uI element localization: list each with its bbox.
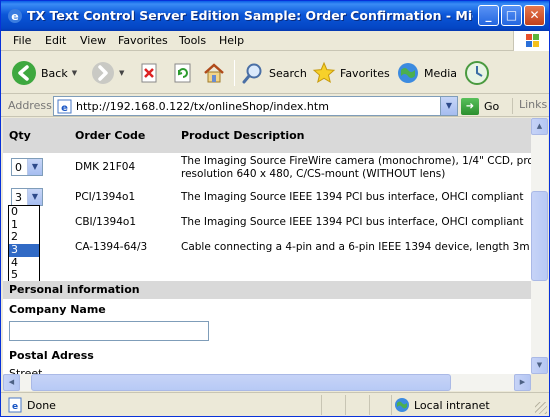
ie-icon: e — [8, 9, 22, 23]
toolbar: Back ▼ ▼ Search Favorites Media — [1, 52, 549, 94]
close-button[interactable]: ✕ — [524, 5, 545, 26]
order-code: CBI/1394o1 — [75, 216, 136, 228]
address-url: http://192.168.0.122/tx/onlineShop/index… — [76, 100, 329, 113]
qty-option-selected[interactable]: 3 — [9, 243, 39, 257]
street-label-partial: Street — [9, 367, 43, 374]
scroll-up-icon[interactable]: ▲ — [531, 118, 548, 135]
order-code: PCI/1394o1 — [75, 191, 136, 203]
go-button[interactable]: ➜ Go — [461, 97, 499, 115]
product-description-line-2: resolution 640 x 480, C/CS-mount (WITHOU… — [181, 168, 446, 180]
scroll-left-icon[interactable]: ◀ — [3, 374, 20, 391]
menu-favorites[interactable]: Favorites — [118, 34, 168, 47]
horizontal-scroll-thumb[interactable] — [31, 374, 451, 391]
back-button[interactable]: Back ▼ — [11, 58, 77, 88]
history-button[interactable] — [464, 58, 490, 88]
status-cell — [321, 395, 345, 415]
minimize-button[interactable]: _ — [478, 5, 499, 26]
svg-text:e: e — [12, 402, 18, 412]
header-qty: Qty — [9, 129, 31, 142]
product-description: Cable connecting a 4-pin and a 6-pin IEE… — [181, 241, 530, 253]
order-code: CA-1394-64/3 — [75, 241, 148, 253]
address-label: Address — [8, 99, 52, 112]
menu-view[interactable]: View — [80, 34, 106, 47]
company-name-input[interactable] — [9, 321, 209, 341]
stop-button[interactable] — [140, 58, 160, 88]
menu-edit[interactable]: Edit — [45, 34, 66, 47]
scroll-down-icon[interactable]: ▼ — [531, 357, 548, 374]
horizontal-scrollbar[interactable]: ◀ ▶ — [3, 374, 531, 391]
status-cell — [345, 395, 369, 415]
menu-help[interactable]: Help — [219, 34, 244, 47]
home-icon — [204, 63, 224, 83]
postal-address-label: Postal Adress — [9, 349, 94, 362]
vertical-scroll-thumb[interactable] — [531, 191, 548, 281]
menu-tools[interactable]: Tools — [179, 34, 206, 47]
vertical-scrollbar[interactable]: ▲ ▼ — [531, 118, 548, 374]
chevron-down-icon: ▼ — [27, 189, 42, 205]
product-description: The Imaging Source IEEE 1394 PCI bus int… — [181, 191, 524, 203]
back-dropdown-icon[interactable]: ▼ — [72, 69, 77, 77]
address-bar: Address e http://192.168.0.122/tx/online… — [1, 95, 549, 117]
back-arrow-icon — [12, 61, 36, 85]
product-description: The Imaging Source FireWire camera (mono… — [181, 155, 531, 167]
window-title: TX Text Control Server Edition Sample: O… — [27, 8, 473, 23]
security-zone[interactable]: Local intranet — [394, 397, 490, 413]
menu-file[interactable]: File — [13, 34, 31, 47]
section-personal-information: Personal information — [3, 281, 531, 299]
qty-option[interactable]: 0 — [9, 205, 39, 219]
address-input[interactable]: e http://192.168.0.122/tx/onlineShop/ind… — [53, 96, 458, 116]
qty-dropdown-list[interactable]: 0 1 2 3 4 5 — [8, 205, 40, 283]
header-order-code: Order Code — [75, 129, 146, 142]
stop-icon — [141, 63, 157, 83]
browser-window: e TX Text Control Server Edition Sample:… — [0, 0, 550, 417]
intranet-globe-icon — [395, 398, 409, 412]
address-dropdown-icon[interactable]: ▼ — [440, 97, 457, 115]
qty-select-row-1[interactable]: 0 ▼ — [11, 158, 43, 176]
resize-grip[interactable] — [535, 402, 547, 414]
svg-text:e: e — [11, 10, 18, 23]
company-name-label: Company Name — [9, 303, 106, 316]
go-arrow-icon: ➜ — [461, 97, 479, 115]
table-header: Qty Order Code Product Description — [3, 118, 531, 153]
forward-dropdown-icon[interactable]: ▼ — [119, 69, 124, 77]
star-icon — [312, 61, 336, 84]
forward-button[interactable]: ▼ — [91, 58, 124, 88]
qty-select-row-2[interactable]: 3 ▼ — [11, 188, 43, 206]
page-done-icon: e — [8, 397, 22, 413]
search-button[interactable]: Search — [241, 58, 307, 88]
scroll-right-icon[interactable]: ▶ — [514, 374, 531, 391]
history-icon — [465, 61, 489, 85]
product-description: The Imaging Source IEEE 1394 PCI bus int… — [181, 216, 524, 228]
media-button[interactable]: Media — [396, 58, 457, 88]
favorites-button[interactable]: Favorites — [312, 58, 390, 88]
scroll-corner — [531, 374, 548, 391]
links-button[interactable]: Links — [512, 98, 547, 114]
toolbar-separator — [234, 60, 235, 86]
order-code: DMK 21F04 — [75, 161, 136, 173]
media-globe-icon — [398, 63, 418, 83]
page-content: Qty Order Code Product Description 0 ▼ D… — [3, 118, 531, 374]
refresh-button[interactable] — [173, 58, 193, 88]
status-cell — [369, 395, 393, 415]
header-product-description: Product Description — [181, 129, 305, 142]
forward-arrow-icon — [92, 62, 114, 84]
menu-bar: File Edit View Favorites Tools Help — [1, 31, 549, 51]
status-bar: e Done Local intranet — [1, 392, 549, 416]
page-icon: e — [57, 99, 72, 114]
maximize-button[interactable]: □ — [501, 5, 522, 26]
chevron-down-icon: ▼ — [27, 159, 42, 175]
status-text: Done — [27, 399, 56, 412]
svg-text:e: e — [61, 103, 68, 114]
refresh-icon — [174, 63, 191, 83]
title-bar[interactable]: e TX Text Control Server Edition Sample:… — [1, 1, 549, 31]
home-button[interactable] — [202, 58, 226, 88]
search-icon — [242, 63, 262, 84]
windows-logo-icon — [513, 31, 549, 51]
